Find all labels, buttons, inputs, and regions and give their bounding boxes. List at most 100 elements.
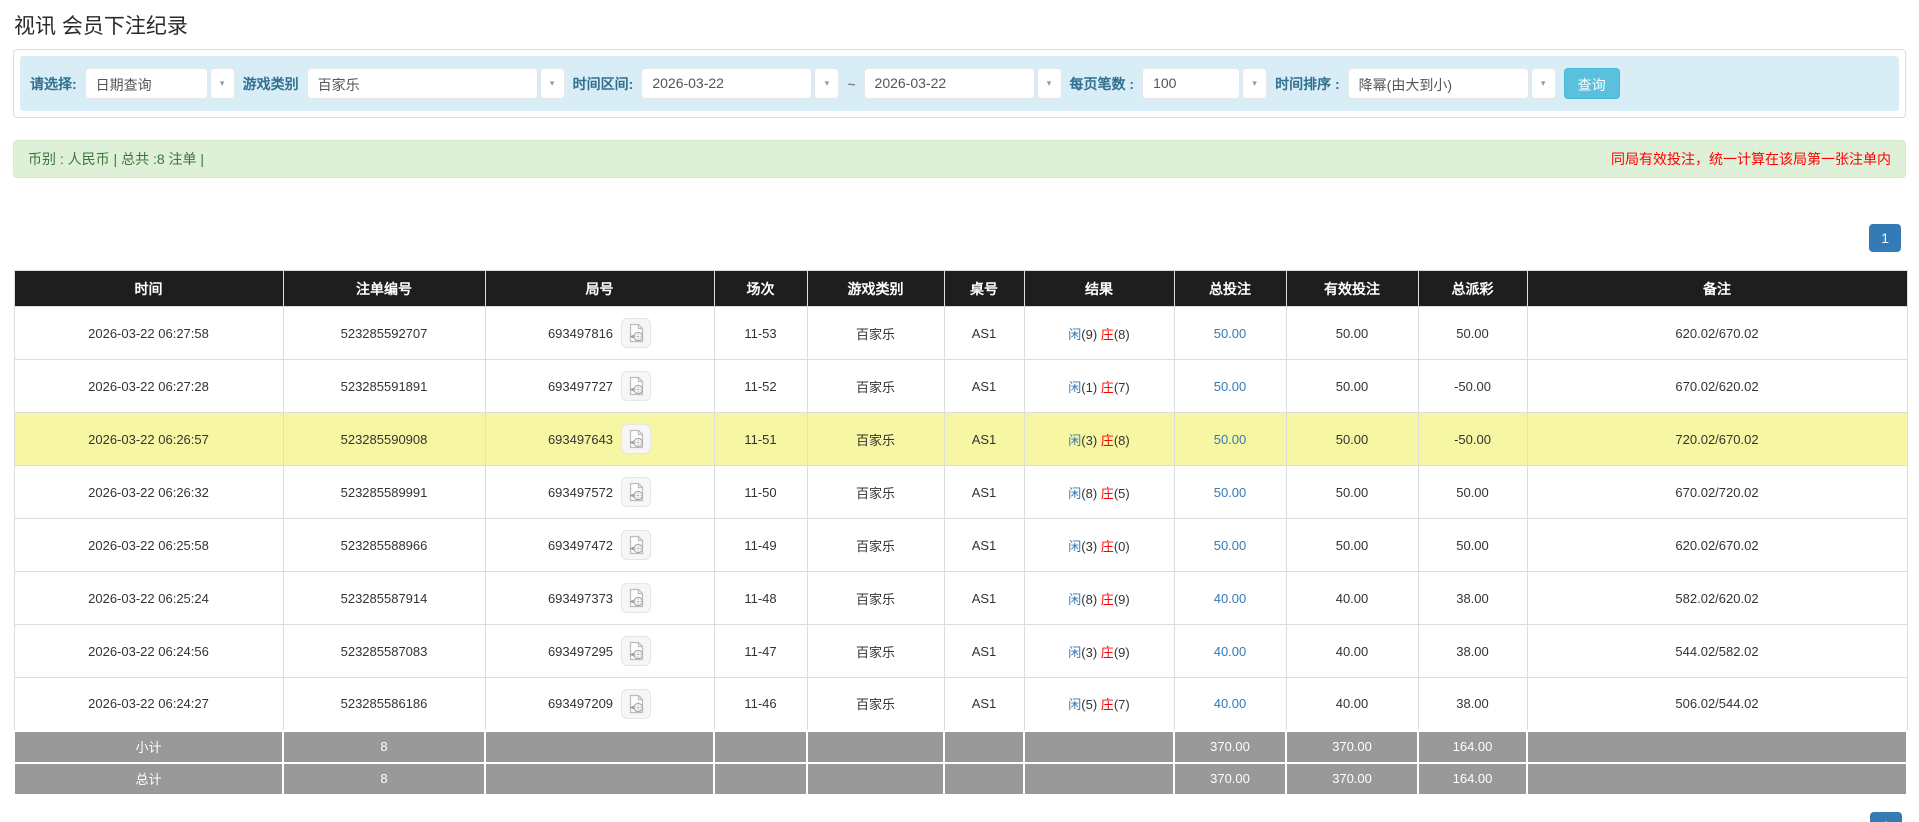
cell-result: 闲(8) 庄(5) [1024, 466, 1174, 519]
grand-total-valid-bet: 370.00 [1286, 763, 1418, 795]
col-bet-id: 注单编号 [283, 271, 485, 307]
video-file-icon [627, 694, 645, 714]
total-bet-link[interactable]: 40.00 [1214, 696, 1247, 711]
cell-game-type: 百家乐 [807, 360, 944, 413]
result-banker-label: 庄 [1101, 645, 1114, 660]
total-bet-link[interactable]: 50.00 [1214, 538, 1247, 553]
select-label: 请选择: [30, 74, 77, 94]
query-mode-value[interactable]: 日期查询 [85, 68, 208, 99]
query-button[interactable]: 查询 [1564, 68, 1620, 99]
cell-round-id: 693497373 [485, 572, 714, 625]
video-replay-button[interactable] [621, 318, 651, 348]
result-player-value: (3) [1081, 645, 1101, 660]
result-player-value: (3) [1081, 433, 1101, 448]
time-range-label: 时间区间: [573, 74, 634, 94]
video-replay-button[interactable] [621, 583, 651, 613]
chevron-down-icon[interactable]: ▾ [1531, 68, 1556, 99]
game-type-select[interactable]: 百家乐 ▾ [307, 68, 565, 99]
total-bet-link[interactable]: 50.00 [1214, 432, 1247, 447]
result-banker-value: (7) [1114, 380, 1130, 395]
query-mode-select[interactable]: 日期查询 ▾ [85, 68, 235, 99]
video-replay-button[interactable] [621, 530, 651, 560]
page-size-select[interactable]: 100 ▾ [1142, 68, 1267, 99]
cell-time: 2026-03-22 06:27:58 [14, 307, 283, 360]
total-bet-link[interactable]: 40.00 [1214, 591, 1247, 606]
cell-valid-bet: 50.00 [1286, 307, 1418, 360]
page-title: 视讯 会员下注纪录 [0, 0, 1919, 40]
total-bet-link[interactable]: 50.00 [1214, 326, 1247, 341]
cell-table-no: AS1 [944, 307, 1024, 360]
page-size-value[interactable]: 100 [1142, 68, 1240, 99]
grand-total-row: 总计 8 370.00 370.00 164.00 [14, 763, 1907, 795]
result-player-label: 闲 [1068, 327, 1081, 342]
subtotal-count: 8 [283, 731, 485, 763]
round-id-text: 693497472 [548, 538, 613, 553]
result-player-label: 闲 [1068, 592, 1081, 607]
cell-game-type: 百家乐 [807, 466, 944, 519]
table-row: 2026-03-22 06:27:58523285592707693497816… [14, 307, 1907, 360]
subtotal-label: 小计 [14, 731, 283, 763]
chevron-down-icon[interactable]: ▾ [540, 68, 565, 99]
pagination-page-1[interactable]: 1 [1870, 812, 1902, 822]
cell-round-id: 693497816 [485, 307, 714, 360]
pagination-page-1[interactable]: 1 [1869, 224, 1901, 252]
game-type-value[interactable]: 百家乐 [307, 68, 538, 99]
date-to-value[interactable]: 2026-03-22 [864, 68, 1035, 99]
footer-empty-cell [1024, 763, 1174, 795]
total-bet-link[interactable]: 50.00 [1214, 379, 1247, 394]
total-bet-link[interactable]: 50.00 [1214, 485, 1247, 500]
cell-total-bet: 50.00 [1174, 466, 1286, 519]
result-banker-label: 庄 [1101, 539, 1114, 554]
cell-total-bet: 50.00 [1174, 360, 1286, 413]
grand-total-payout: 164.00 [1418, 763, 1527, 795]
page-size-label: 每页笔数 : [1070, 74, 1135, 94]
cell-remark: 670.02/720.02 [1527, 466, 1907, 519]
cell-session: 11-47 [714, 625, 807, 678]
time-sort-select[interactable]: 降幂(由大到小) ▾ [1348, 68, 1556, 99]
cell-bet-id: 523285589991 [283, 466, 485, 519]
video-replay-button[interactable] [621, 636, 651, 666]
chevron-down-icon[interactable]: ▾ [210, 68, 235, 99]
cell-payout: 50.00 [1418, 519, 1527, 572]
footer-empty-cell [1024, 731, 1174, 763]
round-id-text: 693497727 [548, 379, 613, 394]
chevron-down-icon[interactable]: ▾ [814, 68, 839, 99]
cell-result: 闲(3) 庄(9) [1024, 625, 1174, 678]
result-banker-label: 庄 [1101, 697, 1114, 712]
chevron-down-icon[interactable]: ▾ [1037, 68, 1062, 99]
video-replay-button[interactable] [621, 477, 651, 507]
result-player-label: 闲 [1068, 433, 1081, 448]
cell-remark: 670.02/620.02 [1527, 360, 1907, 413]
video-replay-button[interactable] [621, 689, 651, 719]
video-file-icon [627, 588, 645, 608]
footer-empty-cell [944, 763, 1024, 795]
date-to-select[interactable]: 2026-03-22 ▾ [864, 68, 1062, 99]
video-replay-button[interactable] [621, 371, 651, 401]
time-sort-value[interactable]: 降幂(由大到小) [1348, 68, 1529, 99]
cell-payout: -50.00 [1418, 413, 1527, 466]
subtotal-payout: 164.00 [1418, 731, 1527, 763]
cell-game-type: 百家乐 [807, 572, 944, 625]
date-from-value[interactable]: 2026-03-22 [641, 68, 812, 99]
footer-empty-cell [485, 731, 714, 763]
footer-empty-cell [944, 731, 1024, 763]
summary-bar: 币别 : 人民币 | 总共 :8 注单 | 同局有效投注，统一计算在该局第一张注… [13, 140, 1906, 178]
cell-table-no: AS1 [944, 519, 1024, 572]
cell-valid-bet: 50.00 [1286, 413, 1418, 466]
cell-payout: -50.00 [1418, 360, 1527, 413]
video-file-icon [627, 323, 645, 343]
cell-result: 闲(3) 庄(0) [1024, 519, 1174, 572]
footer-empty-cell [807, 731, 944, 763]
cell-game-type: 百家乐 [807, 625, 944, 678]
video-replay-button[interactable] [621, 424, 651, 454]
result-player-label: 闲 [1068, 486, 1081, 501]
video-file-icon [627, 376, 645, 396]
cell-valid-bet: 40.00 [1286, 572, 1418, 625]
date-from-select[interactable]: 2026-03-22 ▾ [641, 68, 839, 99]
cell-total-bet: 50.00 [1174, 307, 1286, 360]
total-bet-link[interactable]: 40.00 [1214, 644, 1247, 659]
chevron-down-icon[interactable]: ▾ [1242, 68, 1267, 99]
cell-remark: 544.02/582.02 [1527, 625, 1907, 678]
video-file-icon [627, 641, 645, 661]
cell-bet-id: 523285588966 [283, 519, 485, 572]
